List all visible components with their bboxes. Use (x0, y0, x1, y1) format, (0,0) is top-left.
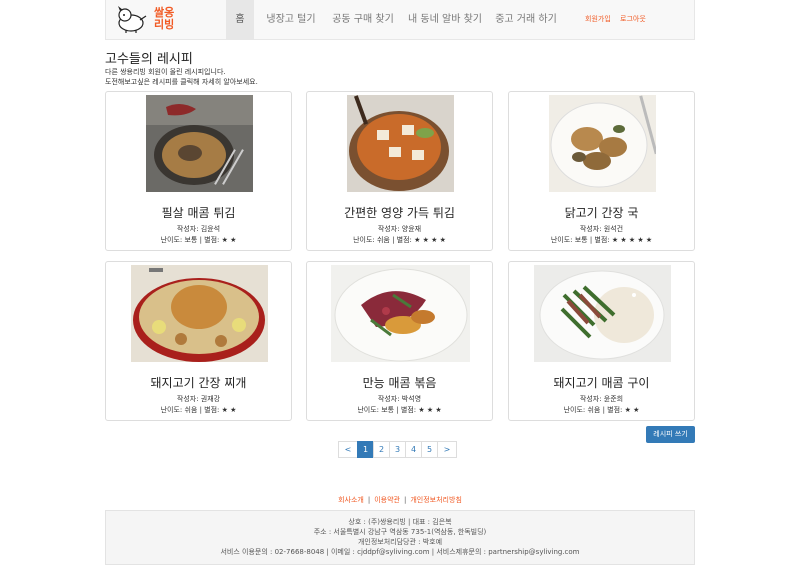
nav-local-jobs[interactable]: 내 동네 알바 찾기 (402, 0, 488, 39)
recipe-meta: 난이도: 보통 | 별점: ★ ★ ★ (357, 406, 442, 414)
recipe-meta: 난이도: 보통 | 별점: ★ ★ (160, 236, 237, 244)
recipe-meta: 난이도: 쉬움 | 별점: ★ ★ (563, 406, 640, 414)
recipe-card[interactable]: 돼지고기 매콤 구이 작성자: 윤준희 난이도: 쉬움 | 별점: ★ ★ (508, 261, 695, 421)
pagination-page-2[interactable]: 2 (373, 441, 390, 458)
footer-address-line: 주소 : 서울특별시 강남구 역삼동 735-1(역삼동, 한독빌딩) (313, 528, 487, 536)
nav-home[interactable]: 홈 (226, 0, 254, 39)
recipe-author: 작성자: 김윤석 (176, 225, 221, 233)
footer-divider: | (404, 496, 407, 504)
footer-company-line: 상호 : (주)쌍용리빙 | 대표 : 김은복 (348, 518, 452, 526)
footer-divider: | (367, 496, 371, 504)
brand-logo[interactable]: 쌀옹 리빙 (114, 4, 184, 34)
footer-contact-line: 서비스 이용문의 : 02-7668-8048 | 이메일 : cjddpf@s… (220, 548, 580, 556)
footer-link-privacy[interactable]: 개인정보처리방침 (410, 496, 462, 504)
recipe-title[interactable]: 돼지고기 간장 찌개 (106, 374, 291, 391)
footer-links: 회사소개 | 이용약관 | 개인정보처리방침 (0, 495, 800, 505)
page-title: 고수들의 레시피 (105, 52, 193, 67)
signup-link[interactable]: 회원가입 (585, 0, 611, 39)
recipe-author: 작성자: 권재강 (176, 395, 221, 403)
recipe-title[interactable]: 닭고기 간장 국 (509, 204, 694, 221)
page-desc-line1: 다른 쌍용리빙 회원이 올린 레시피입니다. (105, 68, 226, 76)
recipe-author: 작성자: 원석건 (579, 225, 624, 233)
recipe-photo[interactable] (146, 95, 253, 192)
recipe-card[interactable]: 만능 매콤 볶음 작성자: 박석영 난이도: 보통 | 별점: ★ ★ ★ (306, 261, 493, 421)
logo-text-line2: 리빙 (154, 18, 175, 31)
recipe-author: 작성자: 박석영 (377, 395, 422, 403)
recipe-title[interactable]: 돼지고기 매콤 구이 (509, 374, 694, 391)
footer-info: 상호 : (주)쌍용리빙 | 대표 : 김은복 주소 : 서울특별시 강남구 역… (105, 510, 695, 565)
nav-used-trade[interactable]: 중고 거래 하기 (490, 0, 562, 39)
recipe-meta: 난이도: 보통 | 별점: ★ ★ ★ ★ ★ (550, 236, 653, 244)
recipe-photo[interactable] (131, 265, 268, 362)
pagination: < 1 2 3 4 5 > (338, 441, 457, 458)
recipe-photo[interactable] (549, 95, 656, 192)
pagination-prev-button[interactable]: < (338, 441, 358, 458)
recipe-photo[interactable] (534, 265, 671, 362)
page-desc-line2: 도전해보고싶은 레시피를 클릭해 자세히 알아보세요. (105, 78, 258, 86)
page-description: 다른 쌍용리빙 회원이 올린 레시피입니다. 도전해보고싶은 레시피를 클릭해 … (105, 67, 258, 87)
pagination-page-3[interactable]: 3 (389, 441, 406, 458)
recipe-card[interactable]: 돼지고기 간장 찌개 작성자: 권재강 난이도: 쉬움 | 별점: ★ ★ (105, 261, 292, 421)
dog-mascot-icon (118, 6, 147, 33)
footer-link-company[interactable]: 회사소개 (338, 496, 364, 504)
recipe-meta: 난이도: 쉬움 | 별점: ★ ★ ★ ★ (353, 236, 446, 244)
pagination-page-1[interactable]: 1 (357, 441, 374, 458)
footer-link-terms[interactable]: 이용약관 (374, 496, 400, 504)
recipe-title[interactable]: 필살 매콤 튀김 (106, 204, 291, 221)
recipe-title[interactable]: 간편한 영양 가득 튀김 (307, 204, 492, 221)
top-navbar: 쌀옹 리빙 홈 냉장고 털기 공동 구매 찾기 내 동네 알바 찾기 중고 거래… (105, 0, 695, 40)
recipe-card[interactable]: 필살 매콤 튀김 작성자: 김윤석 난이도: 보통 | 별점: ★ ★ (105, 91, 292, 251)
pagination-next-button[interactable]: > (437, 441, 457, 458)
recipe-card[interactable]: 닭고기 간장 국 작성자: 원석건 난이도: 보통 | 별점: ★ ★ ★ ★ … (508, 91, 695, 251)
pagination-page-5[interactable]: 5 (421, 441, 438, 458)
recipe-title[interactable]: 만능 매콤 볶음 (307, 374, 492, 391)
nav-group-buy[interactable]: 공동 구매 찾기 (326, 0, 400, 39)
pagination-page-4[interactable]: 4 (405, 441, 422, 458)
recipe-meta: 난이도: 쉬움 | 별점: ★ ★ (160, 406, 237, 414)
write-recipe-button[interactable]: 레시피 쓰기 (646, 426, 695, 443)
recipe-photo[interactable] (347, 95, 454, 192)
footer-privacy-officer-line: 개인정보처리담당관 : 박호예 (357, 538, 443, 546)
recipe-author: 작성자: 윤준희 (579, 395, 624, 403)
recipe-author: 작성자: 양윤재 (377, 225, 422, 233)
nav-fridge[interactable]: 냉장고 털기 (258, 0, 324, 39)
recipe-card[interactable]: 간편한 영양 가득 튀김 작성자: 양윤재 난이도: 쉬움 | 별점: ★ ★ … (306, 91, 493, 251)
recipe-photo[interactable] (331, 265, 470, 362)
logout-link[interactable]: 로그아웃 (620, 0, 646, 39)
